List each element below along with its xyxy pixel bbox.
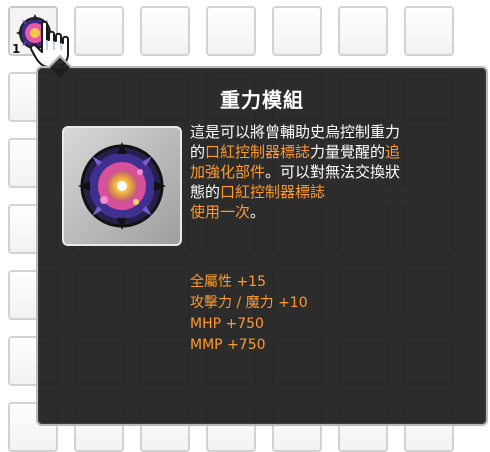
stat-mmp: MMP +750 <box>190 337 266 353</box>
description-line-4: 態的口紅控制器標誌 <box>190 183 326 201</box>
item-quantity: 1 <box>12 42 21 56</box>
inventory-slot-empty[interactable] <box>272 6 322 56</box>
item-stats: 全屬性 +15 攻擊力 / 魔力 +10 MHP +750 MMP +750 <box>190 272 308 356</box>
item-image-frame <box>62 126 182 246</box>
stat-mhp: MHP +750 <box>190 316 264 332</box>
description-line-2: 的口紅控制器標誌力量覺醒的追 <box>190 143 401 161</box>
stat-all-stats: 全屬性 +15 <box>190 274 266 290</box>
description-line-1: 這是可以將曾輔助史烏控制重力 <box>190 123 401 141</box>
gravity-module-icon <box>78 142 166 230</box>
item-name: 重力模組 <box>220 88 304 112</box>
item-description: 這是可以將曾輔助史烏控制重力 的口紅控制器標誌力量覺醒的追 加強化部件。可以對無… <box>190 122 480 222</box>
stat-attack-magic: 攻擊力 / 魔力 +10 <box>190 295 308 311</box>
item-tooltip: 重力模組 這是可以將曾輔助史烏控制重力 的口紅控制器標誌力量覺醒的追 加強化部件… <box>36 66 488 426</box>
inventory-slot-empty[interactable] <box>74 6 124 56</box>
description-line-3: 加強化部件。可以對無法交換狀 <box>190 163 401 181</box>
description-line-5: 使用一次。 <box>190 203 266 221</box>
inventory-slot-empty[interactable] <box>206 6 256 56</box>
inventory-slot-empty[interactable] <box>338 6 388 56</box>
inventory-slot-empty[interactable] <box>140 6 190 56</box>
inventory-slot-empty[interactable] <box>404 6 454 56</box>
